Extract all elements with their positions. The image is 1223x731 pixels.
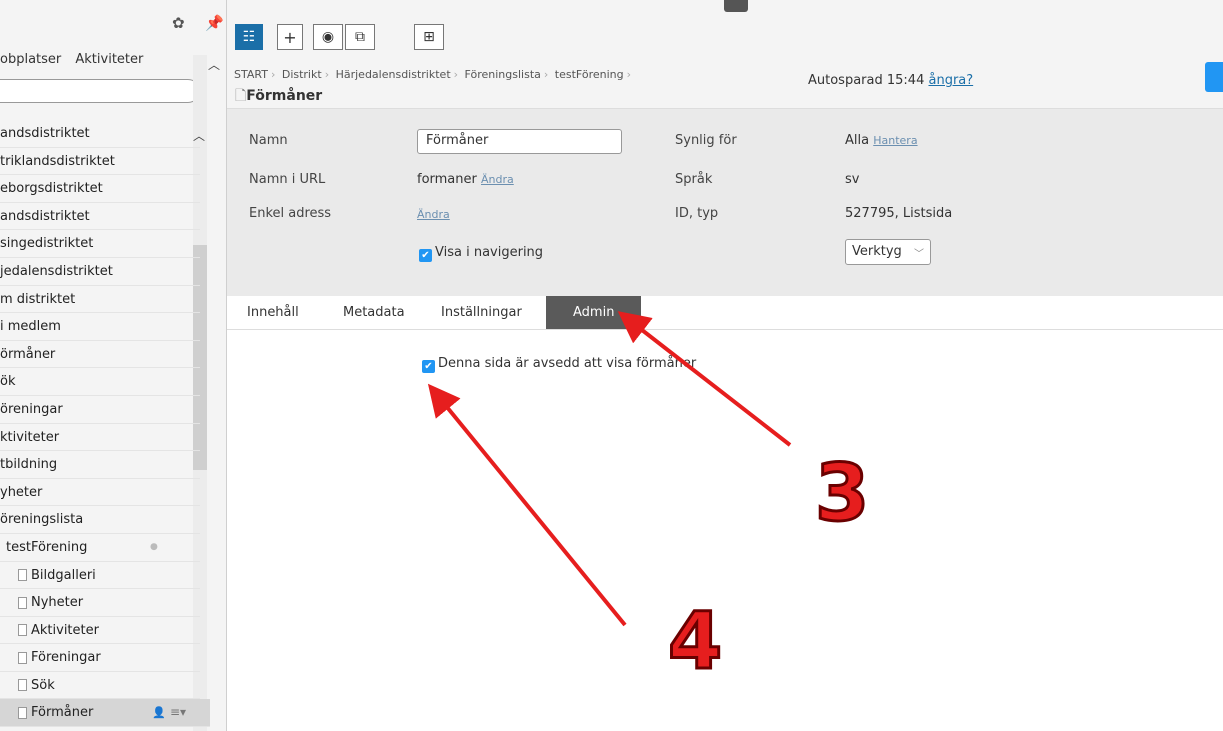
breadcrumb-item[interactable]: Härjedalensdistriktet [336, 68, 451, 81]
undo-link[interactable]: ångra? [928, 73, 973, 88]
checkmark-icon: ✔ [419, 249, 432, 262]
collapse-tab[interactable] [724, 0, 748, 12]
publish-button[interactable] [1205, 62, 1223, 92]
eye-icon: ◉ [321, 29, 335, 45]
sidebar-tabs: obplatser Aktiviteter [0, 52, 153, 72]
tab-installningar[interactable]: Inställningar [421, 296, 542, 329]
tree-item[interactable]: Aktiviteter [0, 617, 200, 645]
tree-item[interactable]: Nyheter [0, 589, 200, 617]
visible-label: Synlig för [675, 133, 737, 148]
page-icon [18, 706, 27, 719]
breadcrumb-item[interactable]: testFörening [555, 68, 624, 81]
address-label: Enkel adress [249, 206, 332, 221]
tree-item[interactable]: öreningar [0, 396, 200, 424]
tools-select[interactable]: Verktyg ﹀ [845, 239, 931, 265]
tree-item[interactable]: singedistriktet [0, 230, 200, 258]
tree-item[interactable]: andsdistriktet [0, 120, 200, 148]
tree-item[interactable]: Bildgalleri [0, 562, 200, 590]
admin-content: ✔ Denna sida är avsedd att visa förmåner [227, 330, 1223, 731]
visible-value: Alla Hantera [845, 133, 918, 148]
autosave-status: Autosparad 15:44 ångra? [808, 73, 974, 88]
page-header: START › Distrikt › Härjedalensdistriktet › … [227, 58, 1223, 109]
name-label: Namn [249, 133, 288, 148]
compare-button[interactable]: ⊞ [414, 24, 444, 50]
show-in-nav-checkbox[interactable]: ✔ Visa i navigering [419, 245, 543, 262]
tree-item[interactable]: yheter [0, 479, 200, 507]
breadcrumb-item[interactable]: Föreningslista [465, 68, 541, 81]
content-tabs: Innehåll Metadata Inställningar Admin [227, 296, 1223, 330]
main-panel: ☷ + ◉ ⧉ ⊞ START › Distrikt › Härjedalensdi… [227, 0, 1223, 731]
view-button[interactable]: ◉ [313, 24, 343, 50]
status-dot-icon: ● [150, 541, 158, 552]
tab-metadata[interactable]: Metadata [323, 296, 425, 329]
tree-item[interactable]: i medlem [0, 313, 200, 341]
breadcrumb-item[interactable]: Distrikt [282, 68, 322, 81]
toolbar: ☷ + ◉ ⧉ ⊞ [227, 0, 1223, 60]
tree-item[interactable]: eborgsdistriktet [0, 175, 200, 203]
sidebar-tree: andsdistriktet triklandsdistriktet eborg… [0, 120, 210, 728]
tree-item[interactable]: örmåner [0, 341, 200, 369]
chevron-up-icon[interactable]: ︿ [208, 56, 220, 73]
language-value: sv [845, 172, 860, 187]
url-value: formaner Ändra [417, 172, 514, 187]
page-properties: Namn Förmåner Namn i URL formaner Ändra … [227, 109, 1223, 296]
id-value: 527795, Listsida [845, 206, 953, 221]
tab-innehall[interactable]: Innehåll [227, 296, 319, 329]
sidebar-tab-aktiviteter[interactable]: Aktiviteter [75, 52, 143, 67]
preview-button[interactable]: ⧉ [345, 24, 375, 50]
tree-item[interactable]: öreningslista [0, 506, 200, 534]
tab-admin[interactable]: Admin [546, 296, 642, 329]
tree-item[interactable]: m distriktet [0, 286, 200, 314]
add-button[interactable]: + [277, 24, 303, 50]
page-icon [18, 569, 27, 581]
gear-icon[interactable]: ✿ [172, 14, 185, 32]
tree-item[interactable]: Sök [0, 672, 200, 700]
tree-icon: ☷ [242, 29, 256, 45]
benefits-page-checkbox[interactable]: ✔ Denna sida är avsedd att visa förmåner [422, 356, 696, 373]
page-icon: 🗋 [235, 88, 247, 104]
menu-icon[interactable]: ≡▾ [170, 699, 186, 726]
change-url-link[interactable]: Ändra [481, 173, 514, 186]
manage-visibility-link[interactable]: Hantera [873, 134, 917, 147]
tree-item[interactable]: Föreningar [0, 644, 200, 672]
pin-icon[interactable]: 📌 [205, 14, 224, 32]
checkmark-icon: ✔ [422, 360, 435, 373]
language-label: Språk [675, 172, 713, 187]
id-label: ID, typ [675, 206, 719, 221]
tree-item[interactable]: andsdistriktet [0, 203, 200, 231]
page-icon [18, 651, 27, 664]
page-icon [18, 596, 27, 609]
page-icon [18, 679, 27, 692]
change-address-link[interactable]: Ändra [417, 208, 450, 221]
sidebar-toolbar: ✿ 📌 [0, 14, 226, 46]
compare-icon: ⊞ [423, 29, 435, 45]
breadcrumb-item[interactable]: START [234, 68, 268, 81]
tree-item[interactable]: ktiviteter [0, 424, 200, 452]
tree-item-formaner[interactable]: Förmåner 👤 ≡▾ [0, 699, 210, 728]
tree-view-button[interactable]: ☷ [235, 24, 263, 50]
user-icon[interactable]: 👤 [152, 699, 166, 726]
preview-icon: ⧉ [355, 29, 365, 45]
tree-item[interactable]: tbildning [0, 451, 200, 479]
name-input[interactable]: Förmåner [417, 129, 622, 154]
sidebar: ✿ 📌 obplatser Aktiviteter ︿ ︿ andsdistri… [0, 0, 227, 731]
plus-icon: + [283, 27, 297, 47]
breadcrumb: START › Distrikt › Härjedalensdistriktet › … [234, 68, 632, 81]
page-title: 🗋Förmåner [235, 88, 323, 104]
tree-item-testforening[interactable]: testFörening ● [0, 534, 200, 562]
tree-item[interactable]: triklandsdistriktet [0, 148, 200, 176]
chevron-down-icon: ﹀ [914, 249, 924, 260]
tree-item[interactable]: ök [0, 368, 200, 396]
url-label: Namn i URL [249, 172, 326, 187]
sidebar-search-input[interactable] [0, 79, 200, 103]
sidebar-tab-jobplatser[interactable]: obplatser [0, 52, 61, 67]
tree-item[interactable]: jedalensdistriktet [0, 258, 200, 286]
page-icon [18, 624, 27, 637]
